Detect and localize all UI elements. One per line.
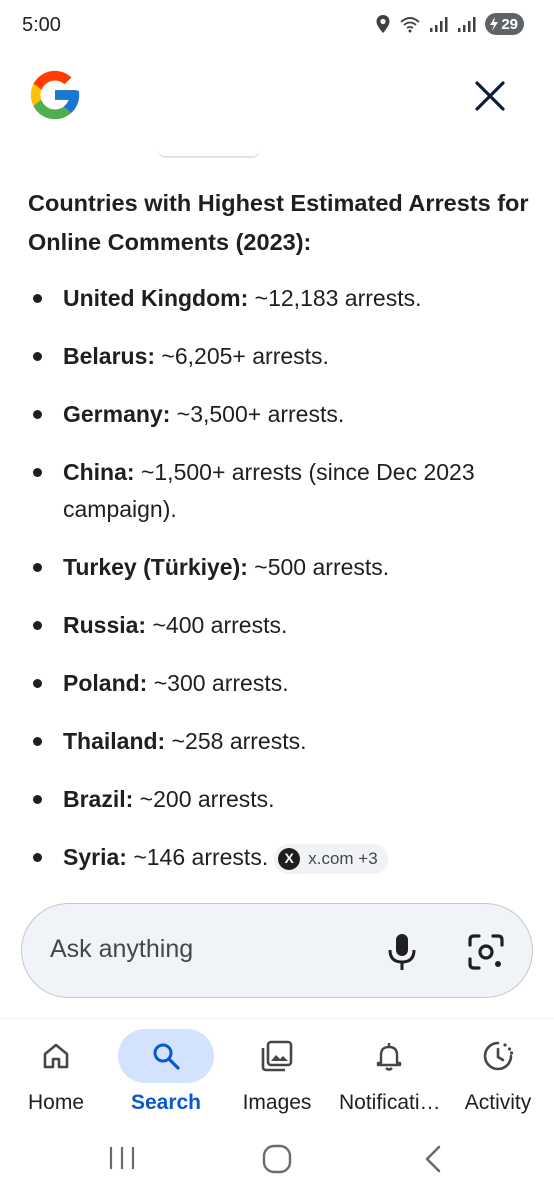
answer-list-item: China: ~1,500+ arrests (since Dec 2023 c…: [28, 454, 532, 528]
microphone-icon[interactable]: [384, 932, 420, 972]
bullet-icon: [33, 468, 42, 477]
nav-label: Activity: [464, 1091, 532, 1114]
nav-item-images[interactable]: Images: [227, 1029, 327, 1125]
arrest-count: ~300 arrests.: [147, 670, 289, 696]
answer-list-item: Turkey (Türkiye): ~500 arrests.: [28, 549, 532, 586]
answer-list-item: Germany: ~3,500+ arrests.: [28, 396, 532, 433]
answer-list-item: Belarus: ~6,205+ arrests.: [28, 338, 532, 375]
bottom-navigation: Home Search Images Notificati… Activity: [0, 1018, 554, 1130]
status-time: 5:00: [22, 14, 61, 36]
bullet-icon: [33, 563, 42, 572]
answer-list-item: Syria: ~146 arrests. Xx.com +3: [28, 839, 532, 876]
bullet-icon: [33, 410, 42, 419]
bullet-icon: [33, 621, 42, 630]
nav-item-activity[interactable]: Activity: [448, 1029, 548, 1125]
nav-item-search[interactable]: Search: [116, 1029, 216, 1125]
source-chip-label: x.com +3: [308, 849, 378, 869]
arrest-count: ~500 arrests.: [247, 554, 390, 580]
arrest-count: ~400 arrests.: [146, 612, 288, 638]
country-name: Belarus:: [63, 343, 156, 369]
bell-icon: [341, 1029, 437, 1083]
country-name: China:: [63, 459, 135, 485]
battery-icon: [490, 17, 499, 31]
signal-icon: [430, 17, 448, 32]
bullet-icon: [33, 737, 42, 746]
country-name: Brazil:: [63, 786, 134, 812]
country-name: Germany:: [63, 401, 171, 427]
battery-indicator: 29: [485, 13, 524, 35]
close-button[interactable]: [472, 78, 508, 114]
arrest-count: ~258 arrests.: [165, 728, 307, 754]
arrest-count: ~3,500+ arrests.: [170, 401, 345, 427]
country-name: Poland:: [63, 670, 148, 696]
x-logo-icon: X: [278, 847, 301, 870]
battery-level: 29: [501, 15, 518, 33]
answer-list-item: Brazil: ~200 arrests.: [28, 781, 532, 818]
bullet-icon: [33, 795, 42, 804]
country-name: Syria:: [63, 844, 127, 870]
answer-list-item: Poland: ~300 arrests.: [28, 665, 532, 702]
recent-apps-button[interactable]: [106, 1144, 138, 1172]
source-chip[interactable]: Xx.com +3: [274, 843, 388, 874]
country-name: Turkey (Türkiye):: [63, 554, 248, 580]
answer-list: United Kingdom: ~12,183 arrests. Belarus:…: [28, 280, 532, 876]
close-icon: [475, 81, 505, 111]
nav-item-notificati[interactable]: Notificati…: [339, 1029, 441, 1125]
arrest-count: ~6,205+ arrests.: [155, 343, 329, 369]
home-icon: [8, 1029, 104, 1083]
country-name: Thailand:: [63, 728, 166, 754]
bullet-icon: [33, 679, 42, 688]
nav-label: Notificati…: [339, 1091, 441, 1114]
header: [0, 62, 554, 134]
search-icon: [118, 1029, 214, 1083]
ai-answer: Countries with Highest Estimated Arrests…: [28, 184, 532, 897]
status-bar: 5:00 29: [0, 0, 554, 52]
country-name: Russia:: [63, 612, 147, 638]
country-name: United Kingdom:: [63, 285, 249, 311]
nav-label: Home: [27, 1091, 85, 1114]
arrest-count: ~146 arrests.: [126, 844, 269, 870]
activity-icon: [450, 1029, 546, 1083]
wifi-icon: [400, 17, 420, 33]
bullet-icon: [33, 352, 42, 361]
answer-list-item: Thailand: ~258 arrests.: [28, 723, 532, 760]
ask-placeholder: Ask anything: [50, 935, 194, 963]
system-navigation: [0, 1130, 554, 1200]
arrest-count: ~200 arrests.: [133, 786, 275, 812]
nav-label: Search: [130, 1091, 202, 1114]
bullet-icon: [33, 853, 42, 862]
back-button[interactable]: [422, 1144, 444, 1174]
lens-icon[interactable]: [466, 932, 506, 972]
sheet-drag-handle[interactable]: [158, 150, 260, 158]
status-icons: 29: [375, 13, 524, 35]
nav-label: Images: [242, 1091, 312, 1114]
nav-item-home[interactable]: Home: [6, 1029, 106, 1125]
answer-list-item: United Kingdom: ~12,183 arrests.: [28, 280, 532, 317]
google-g-logo: [30, 70, 80, 120]
answer-heading: Countries with Highest Estimated Arrests…: [28, 190, 529, 255]
images-icon: [229, 1029, 325, 1083]
home-system-button[interactable]: [262, 1144, 292, 1174]
bullet-icon: [33, 294, 42, 303]
arrest-count: ~12,183 arrests.: [248, 285, 422, 311]
answer-list-item: Russia: ~400 arrests.: [28, 607, 532, 644]
ask-input[interactable]: Ask anything: [21, 903, 533, 998]
signal-icon: [458, 17, 476, 32]
location-icon: [376, 15, 390, 33]
